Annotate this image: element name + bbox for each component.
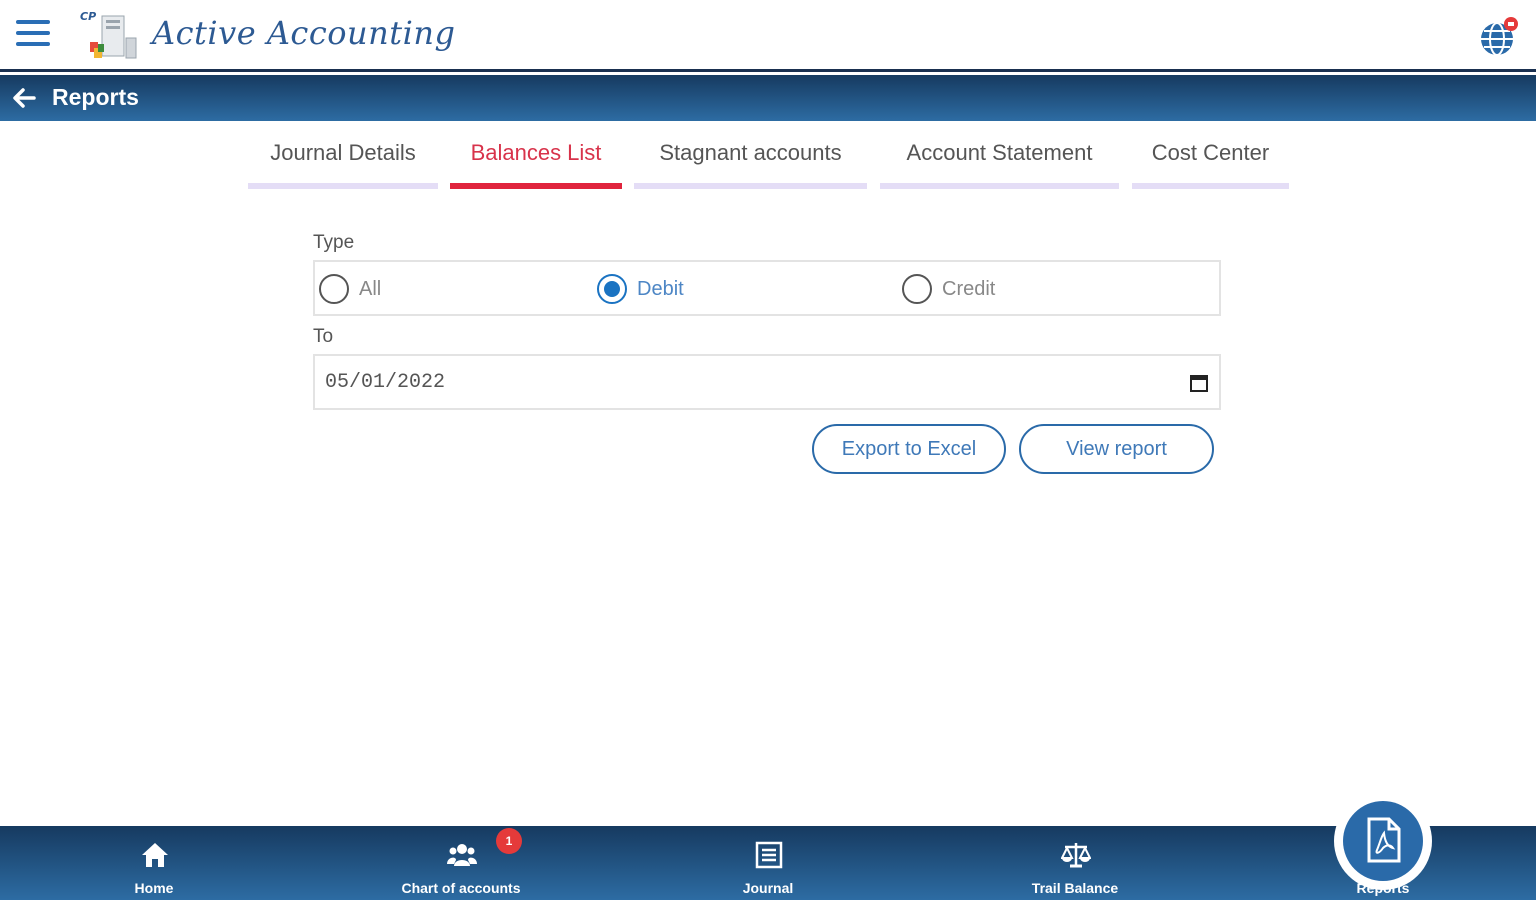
svg-text:CP: CP	[80, 10, 96, 23]
calendar-icon[interactable]	[1189, 373, 1209, 393]
view-report-button[interactable]: View report	[1019, 424, 1214, 474]
tab-underline	[634, 183, 867, 189]
top-header: CP Active Accounting	[0, 0, 1536, 72]
radio-circle[interactable]	[319, 274, 349, 304]
nav-label: Chart of accounts	[401, 880, 521, 896]
report-form: Type All Debit Credit To 05/01/2022	[313, 232, 1221, 410]
nav-item-trail-balance[interactable]: Trail Balance	[975, 826, 1175, 900]
nav-label: Journal	[742, 880, 794, 896]
tab-underline	[1132, 183, 1289, 189]
tab-label: Cost Center	[1151, 140, 1270, 165]
home-icon	[142, 843, 168, 867]
tab-underline	[880, 183, 1119, 189]
users-icon	[447, 844, 477, 866]
radio-debit[interactable]: Debit	[597, 274, 684, 304]
hamburger-menu-icon[interactable]	[16, 20, 50, 50]
nav-item-journal[interactable]: Journal	[668, 826, 868, 900]
type-radio-group: All Debit Credit	[313, 260, 1221, 316]
app-name: Active Accounting	[152, 14, 456, 52]
tab-balances-list[interactable]: Balances List	[450, 122, 622, 192]
radio-label: All	[359, 277, 382, 300]
radio-label: Credit	[942, 277, 996, 300]
page-title-bar: Reports	[0, 75, 1536, 121]
tab-underline	[248, 183, 438, 189]
to-label: To	[313, 326, 334, 347]
tab-cost-center[interactable]: Cost Center	[1132, 122, 1289, 192]
tab-label: Stagnant accounts	[659, 140, 842, 165]
globe-icon[interactable]	[1478, 16, 1520, 58]
report-tabs: Journal Details Balances List Stagnant a…	[0, 122, 1536, 194]
balance-scale-icon	[1061, 843, 1091, 868]
tab-underline	[450, 183, 622, 189]
nav-label: Trail Balance	[1031, 880, 1119, 896]
reports-fab-circle[interactable]	[1343, 801, 1423, 881]
journal-icon	[755, 841, 783, 869]
type-label: Type	[313, 232, 355, 253]
radio-all[interactable]: All	[319, 274, 381, 304]
radio-circle[interactable]	[902, 274, 932, 304]
to-date-value: 05/01/2022	[325, 371, 446, 394]
app-root: CP Active Accounting Reports Journal Det…	[0, 0, 1536, 900]
notification-badge: 1	[496, 828, 522, 854]
to-date-input[interactable]: 05/01/2022	[313, 354, 1221, 410]
nav-item-chart-of-accounts[interactable]: Chart of accounts	[361, 826, 561, 900]
tab-journal-details[interactable]: Journal Details	[248, 122, 438, 192]
radio-circle[interactable]	[597, 274, 627, 304]
pdf-file-icon	[1367, 817, 1401, 863]
arrow-left-icon[interactable]	[10, 84, 38, 112]
nav-label: Home	[134, 880, 174, 896]
tab-label: Balances List	[470, 140, 602, 165]
radio-credit[interactable]: Credit	[902, 274, 995, 304]
page-title: Reports	[52, 84, 139, 110]
nav-item-home[interactable]: Home	[54, 826, 254, 900]
tab-stagnant-accounts[interactable]: Stagnant accounts	[634, 122, 867, 192]
nav-item-reports[interactable]	[1334, 792, 1432, 890]
radio-label: Debit	[637, 277, 684, 300]
app-logo-icon: CP	[80, 10, 137, 59]
tab-label: Journal Details	[270, 140, 416, 165]
tab-label: Account Statement	[906, 140, 1093, 165]
tab-account-statement[interactable]: Account Statement	[880, 122, 1119, 192]
reports-nav-label: Reports	[1356, 880, 1410, 896]
export-to-excel-button[interactable]: Export to Excel	[812, 424, 1006, 474]
